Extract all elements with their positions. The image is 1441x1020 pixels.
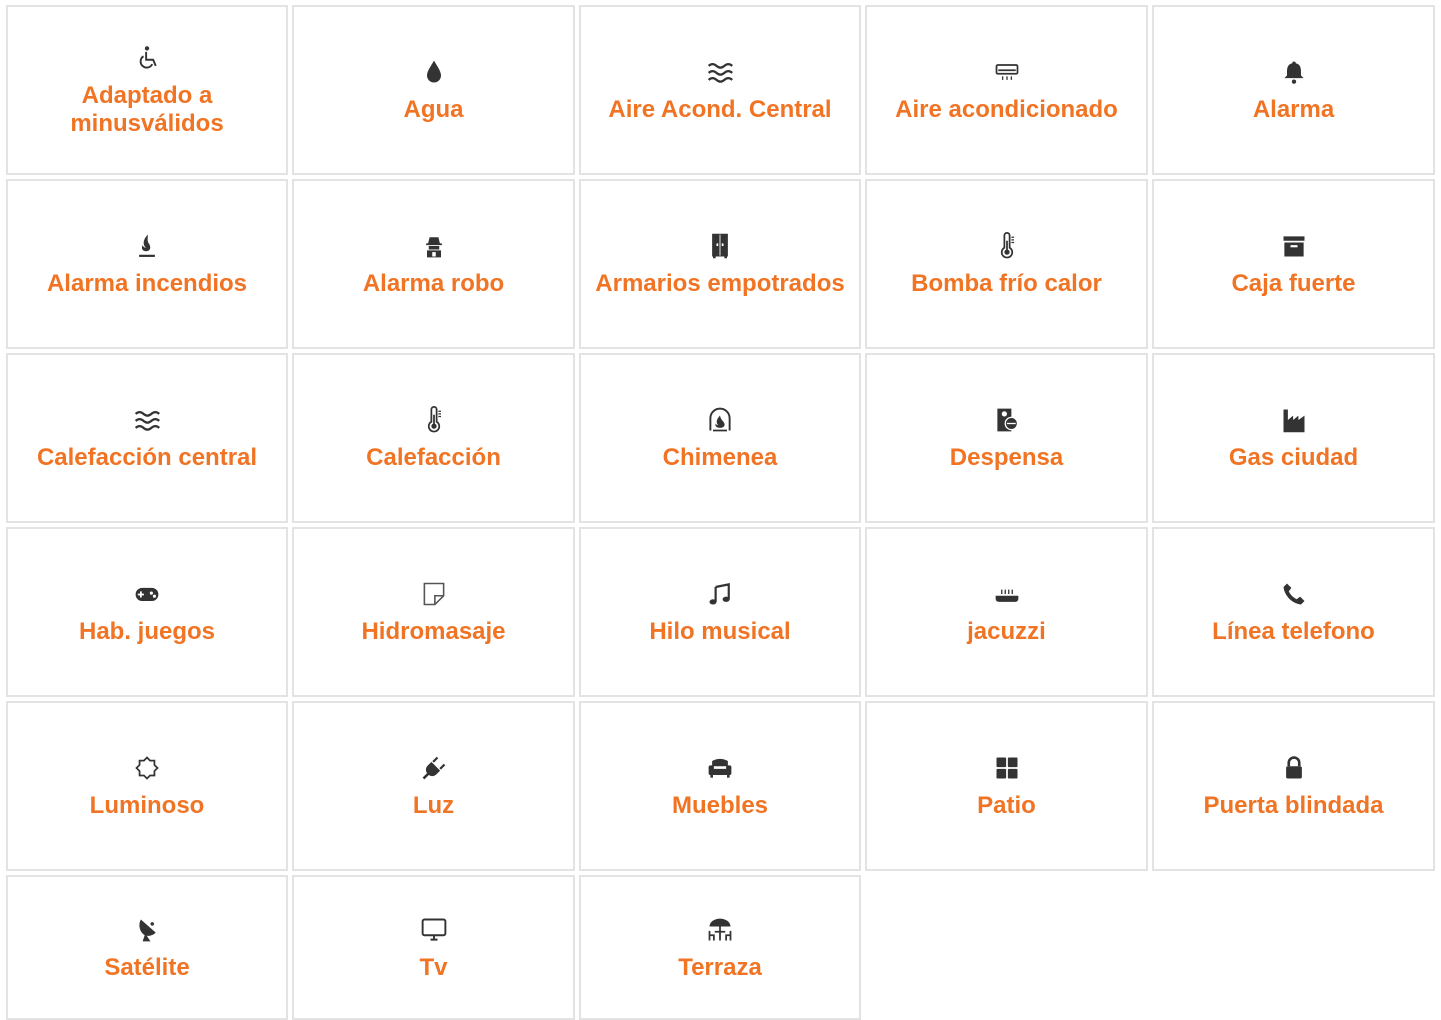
terrace-icon <box>704 914 736 946</box>
monitor-icon <box>418 914 450 946</box>
feature-tile-puerta-blindada: Puerta blindada <box>1152 701 1435 871</box>
feature-tile-linea-telefono: Línea telefono <box>1152 527 1435 697</box>
feature-label: Chimenea <box>662 444 778 471</box>
feature-tile-jacuzzi: jacuzzi <box>865 527 1148 697</box>
feature-label: Línea telefono <box>1212 618 1375 645</box>
feature-tile-muebles: Muebles <box>579 701 861 871</box>
wardrobe-icon <box>704 230 736 262</box>
plug-icon <box>418 752 450 784</box>
phone-icon <box>1278 578 1310 610</box>
feature-label: Terraza <box>678 953 762 981</box>
feature-tile-despensa: Despensa <box>865 353 1148 523</box>
satellite-dish-icon <box>131 914 163 946</box>
sun-icon <box>131 752 163 784</box>
feature-tile-terraza: Terraza <box>579 875 861 1020</box>
feature-label: Gas ciudad <box>1228 444 1359 471</box>
water-drop-icon <box>418 56 450 88</box>
feature-tile-agua: Agua <box>292 5 575 175</box>
fireplace-icon <box>704 404 736 436</box>
feature-label: Alarma robo <box>362 270 505 297</box>
features-grid: Adaptado a minusválidos Agua Aire Acond.… <box>0 0 1441 1020</box>
feature-tile-hilo-musical: Hilo musical <box>579 527 861 697</box>
feature-label: Hidromasaje <box>361 618 506 645</box>
lock-icon <box>1278 752 1310 784</box>
feature-tile-armarios: Armarios empotrados <box>579 179 861 349</box>
feature-label: Hab. juegos <box>78 618 216 645</box>
feature-label: Alarma <box>1252 96 1335 123</box>
feature-tile-chimenea: Chimenea <box>579 353 861 523</box>
sticky-note-icon <box>418 578 450 610</box>
feature-tile-calefaccion-central: Calefacción central <box>6 353 288 523</box>
armchair-icon <box>704 752 736 784</box>
feature-label: Despensa <box>949 444 1064 471</box>
grid-icon <box>991 752 1023 784</box>
flame-icon <box>131 230 163 262</box>
feature-label: Adaptado a minusválidos <box>70 82 224 137</box>
air-conditioner-icon <box>991 56 1023 88</box>
feature-label: Aire Acond. Central <box>608 96 832 123</box>
feature-tile-luminoso: Luminoso <box>6 701 288 871</box>
waves-icon <box>704 56 736 88</box>
feature-label: Muebles <box>671 792 769 819</box>
feature-label: Alarma incendios <box>46 270 248 297</box>
feature-tile-aire: Aire acondicionado <box>865 5 1148 175</box>
feature-tile-caja: Caja fuerte <box>1152 179 1435 349</box>
feature-label: Calefacción <box>366 444 501 471</box>
feature-tile-hidromasaje: Hidromasaje <box>292 527 575 697</box>
feature-label: Bomba frío calor <box>911 270 1102 297</box>
thief-icon <box>418 230 450 262</box>
feature-tile-satelite: Satélite <box>6 875 288 1020</box>
feature-label: Patio <box>977 792 1036 819</box>
feature-label: Armarios empotrados <box>595 270 845 297</box>
feature-label: Tv <box>419 953 448 981</box>
feature-label: Luz <box>412 792 455 819</box>
safe-box-icon <box>1278 230 1310 262</box>
feature-tile-alarma: Alarma <box>1152 5 1435 175</box>
feature-label: jacuzzi <box>967 618 1046 645</box>
feature-label: Hilo musical <box>649 618 791 645</box>
pantry-icon <box>991 404 1023 436</box>
feature-tile-patio: Patio <box>865 701 1148 871</box>
thermometer-icon <box>991 230 1023 262</box>
feature-tile-aire-central: Aire Acond. Central <box>579 5 861 175</box>
hot-tub-icon <box>991 578 1023 610</box>
feature-label: Caja fuerte <box>1231 270 1356 297</box>
waves-icon <box>131 404 163 436</box>
bell-icon <box>1278 56 1310 88</box>
factory-icon <box>1278 404 1310 436</box>
gamepad-icon <box>131 578 163 610</box>
feature-label: Puerta blindada <box>1203 792 1384 819</box>
feature-tile-gas: Gas ciudad <box>1152 353 1435 523</box>
feature-tile-alarma-incendios: Alarma incendios <box>6 179 288 349</box>
feature-tile-bomba: Bomba frío calor <box>865 179 1148 349</box>
feature-tile-hab-juegos: Hab. juegos <box>6 527 288 697</box>
wheelchair-icon <box>131 42 163 74</box>
music-note-icon <box>704 578 736 610</box>
feature-tile-tv: Tv <box>292 875 575 1020</box>
feature-tile-alarma-robo: Alarma robo <box>292 179 575 349</box>
feature-label: Agua <box>403 96 464 123</box>
thermometer-icon <box>418 404 450 436</box>
feature-label: Aire acondicionado <box>895 96 1118 123</box>
feature-tile-luz: Luz <box>292 701 575 871</box>
feature-label: Luminoso <box>89 792 205 819</box>
feature-tile-calefaccion: Calefacción <box>292 353 575 523</box>
feature-label: Calefacción central <box>36 444 258 471</box>
feature-label: Satélite <box>104 953 190 981</box>
feature-tile-adaptado: Adaptado a minusválidos <box>6 5 288 175</box>
